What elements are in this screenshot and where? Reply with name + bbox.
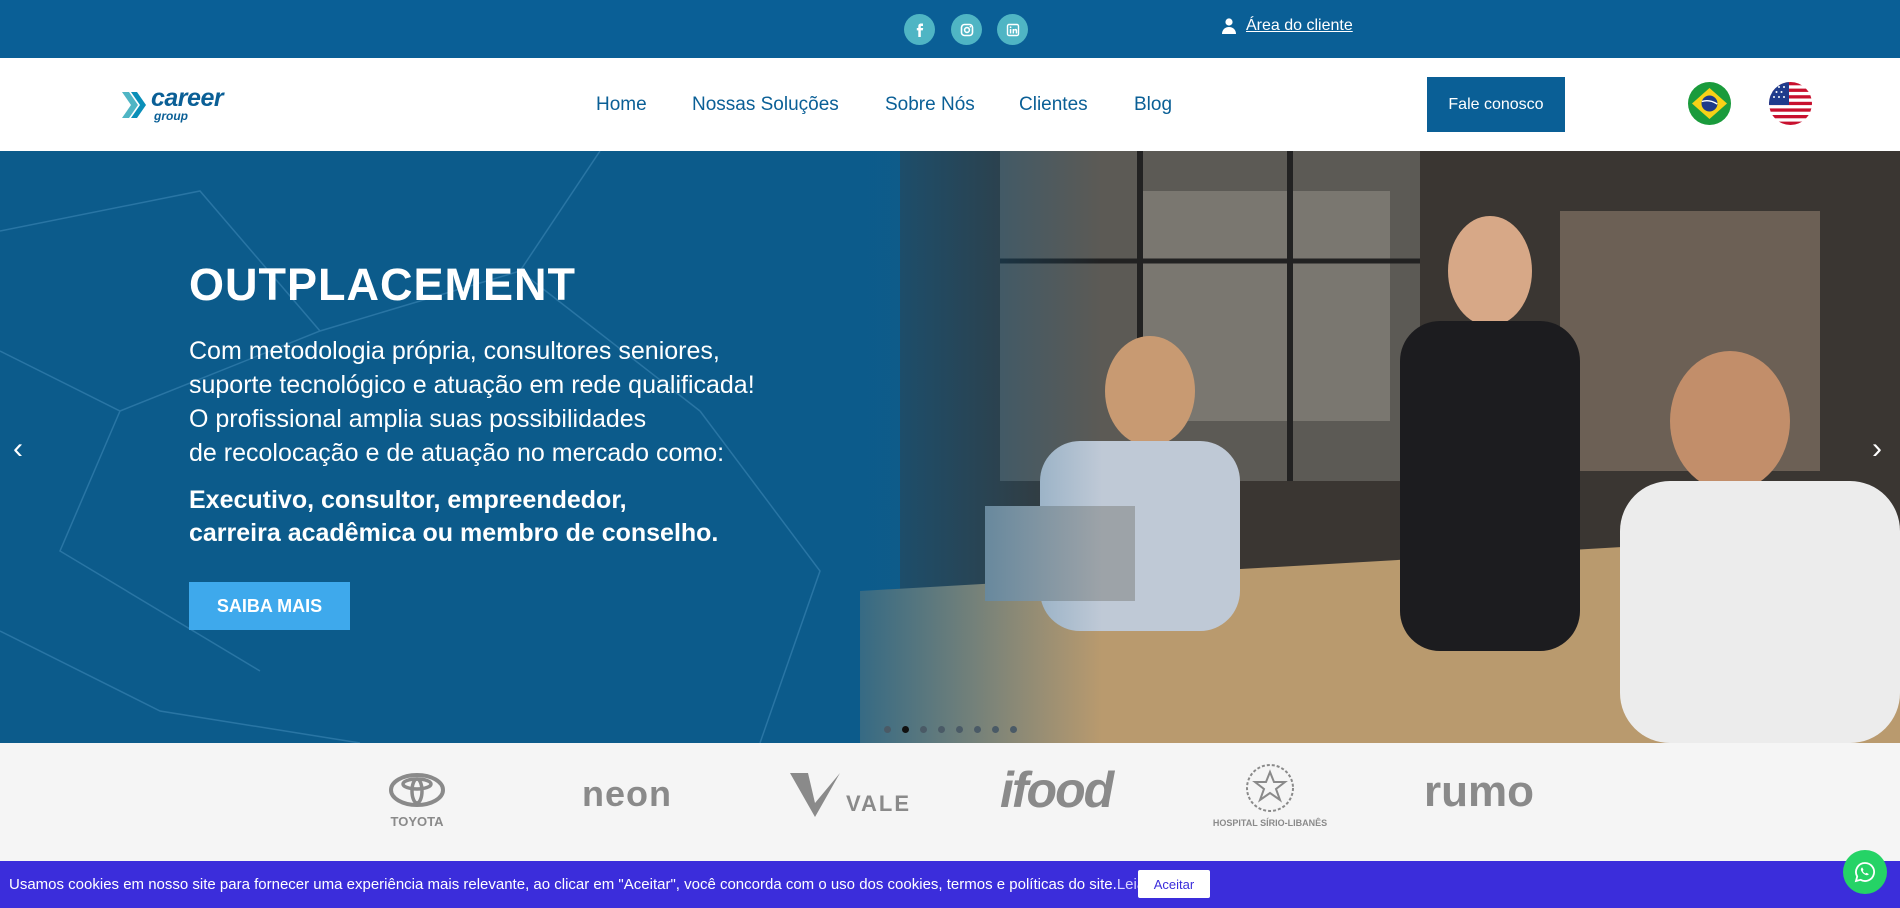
hero-highlight: Executivo, consultor, empreendedor, carr… xyxy=(189,484,718,550)
hero-description: Com metodologia própria, consultores sen… xyxy=(189,334,849,470)
toyota-logo: TOYOTA xyxy=(386,773,448,829)
logo-sub: group xyxy=(154,109,188,123)
hero-description-line: O profissional amplia suas possibilidade… xyxy=(189,405,647,433)
whatsapp-icon[interactable] xyxy=(1843,850,1887,894)
slider-dot[interactable] xyxy=(974,726,981,733)
slider-dot[interactable] xyxy=(956,726,963,733)
hero-description-line: suporte tecnológico e atuação em rede qu… xyxy=(189,371,755,399)
hero-highlight-line: carreira acadêmica ou membro de conselho… xyxy=(189,519,719,547)
hospital-sirio-libanes-logo: HOSPITAL SÍRIO-LIBANÊS xyxy=(1210,763,1330,828)
nav-about[interactable]: Sobre Nós xyxy=(885,94,975,116)
toyota-label: TOYOTA xyxy=(390,814,444,829)
slider-dot[interactable] xyxy=(992,726,999,733)
hero-title: OUTPLACEMENT xyxy=(189,259,576,310)
toyota-emblem-icon xyxy=(389,773,445,807)
neon-logo: neon xyxy=(582,773,672,814)
hospital-label: HOSPITAL SÍRIO-LIBANÊS xyxy=(1212,818,1328,828)
vale-emblem-icon xyxy=(790,773,840,817)
cookie-accept-button[interactable]: Aceitar xyxy=(1138,870,1210,898)
client-logos-strip: TOYOTA neon VALE ifood HOSPITAL SÍRIO-LI… xyxy=(0,743,1900,861)
chevron-logo-icon xyxy=(122,92,146,118)
user-icon xyxy=(1222,18,1236,34)
usa-flag-icon[interactable] xyxy=(1769,82,1812,125)
career-group-logo[interactable]: career group xyxy=(120,84,240,126)
facebook-icon[interactable] xyxy=(904,14,935,45)
hero-slider: OUTPLACEMENT Com metodologia própria, co… xyxy=(0,151,1900,743)
slider-dot[interactable] xyxy=(938,726,945,733)
client-area-link[interactable]: Área do cliente xyxy=(1222,17,1353,35)
linkedin-icon[interactable] xyxy=(997,14,1028,45)
slider-dot[interactable] xyxy=(1010,726,1017,733)
cookie-consent-bar: Usamos cookies em nosso site para fornec… xyxy=(0,861,1900,908)
header: career group Home Nossas Soluções Sobre … xyxy=(0,58,1900,151)
nav-solutions[interactable]: Nossas Soluções xyxy=(692,94,839,116)
ifood-logo: ifood xyxy=(1000,762,1114,818)
vale-label: VALE xyxy=(846,791,912,816)
brazil-flag-icon[interactable] xyxy=(1688,82,1731,125)
hero-description-line: de recolocação e de atuação no mercado c… xyxy=(189,439,725,467)
contact-button[interactable]: Fale conosco xyxy=(1427,77,1565,132)
nav-blog[interactable]: Blog xyxy=(1134,94,1172,116)
vale-logo: VALE xyxy=(790,773,911,817)
rumo-logo: rumo xyxy=(1424,767,1534,816)
slider-next-arrow[interactable]: › xyxy=(1872,434,1882,464)
nav-home[interactable]: Home xyxy=(596,94,647,116)
cookie-message: Usamos cookies em nosso site para fornec… xyxy=(9,876,1181,893)
nav-clients[interactable]: Clientes xyxy=(1019,94,1088,116)
slider-dots xyxy=(884,726,1017,733)
learn-more-button[interactable]: SAIBA MAIS xyxy=(189,582,350,630)
hospital-emblem-icon xyxy=(1246,764,1294,812)
slider-dot[interactable] xyxy=(884,726,891,733)
hero-highlight-line: Executivo, consultor, empreendedor, xyxy=(189,486,627,514)
instagram-icon[interactable] xyxy=(951,14,982,45)
top-bar: Área do cliente xyxy=(0,0,1900,58)
slider-dot[interactable] xyxy=(920,726,927,733)
slider-dot[interactable] xyxy=(902,726,909,733)
slider-prev-arrow[interactable]: ‹ xyxy=(13,434,23,464)
client-area-label: Área do cliente xyxy=(1246,17,1353,34)
hero-description-line: Com metodologia própria, consultores sen… xyxy=(189,337,720,365)
cookie-text: Usamos cookies em nosso site para fornec… xyxy=(9,876,1117,893)
